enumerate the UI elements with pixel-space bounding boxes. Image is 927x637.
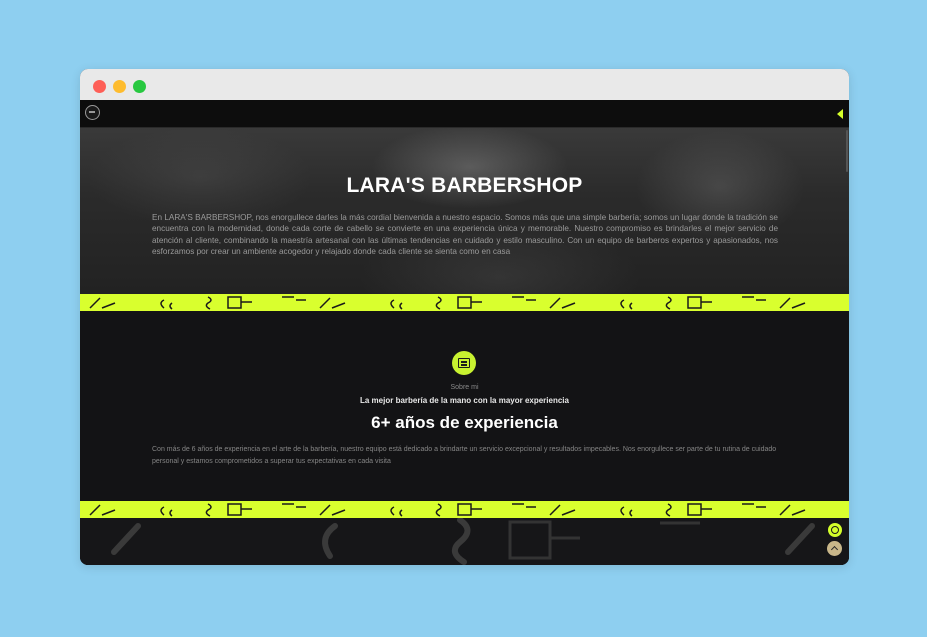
page-viewport: LARA'S BARBERSHOP En LARA'S BARBERSHOP, … [80,100,849,565]
hero-section: LARA'S BARBERSHOP En LARA'S BARBERSHOP, … [80,127,849,294]
decorative-stripe-top [80,294,849,311]
hero-description: En LARA'S BARBERSHOP, nos enorgullece da… [152,213,778,256]
next-section-preview [80,517,849,565]
maximize-window-button[interactable] [133,80,146,93]
stripe-pattern-icon [89,296,849,310]
stripe-pattern-icon [89,503,849,517]
about-kicker: Sobre mi [450,384,479,391]
hero-title: LARA'S BARBERSHOP [346,174,583,197]
browser-titlebar [80,69,849,100]
decorative-stripe-bottom [80,501,849,518]
page-scrollbar[interactable] [846,130,848,172]
scroll-to-top-button[interactable] [827,541,842,556]
menu-toggle-icon[interactable] [837,109,843,119]
navbar [80,100,849,128]
about-description: Con más de 6 años de experiencia en el a… [152,446,777,465]
whatsapp-icon[interactable] [828,523,842,537]
about-section: Sobre mi La mejor barbería de la mano co… [80,311,849,501]
about-title: 6+ años de experiencia [371,413,558,432]
browser-window: LARA'S BARBERSHOP En LARA'S BARBERSHOP, … [80,69,849,565]
close-window-button[interactable] [93,80,106,93]
decorative-tools-icon [111,517,815,565]
about-subtitle: La mejor barbería de la mano con la mayo… [360,396,569,405]
minimize-window-button[interactable] [113,80,126,93]
barber-logo-icon[interactable] [85,105,100,120]
id-card-icon [452,351,476,375]
